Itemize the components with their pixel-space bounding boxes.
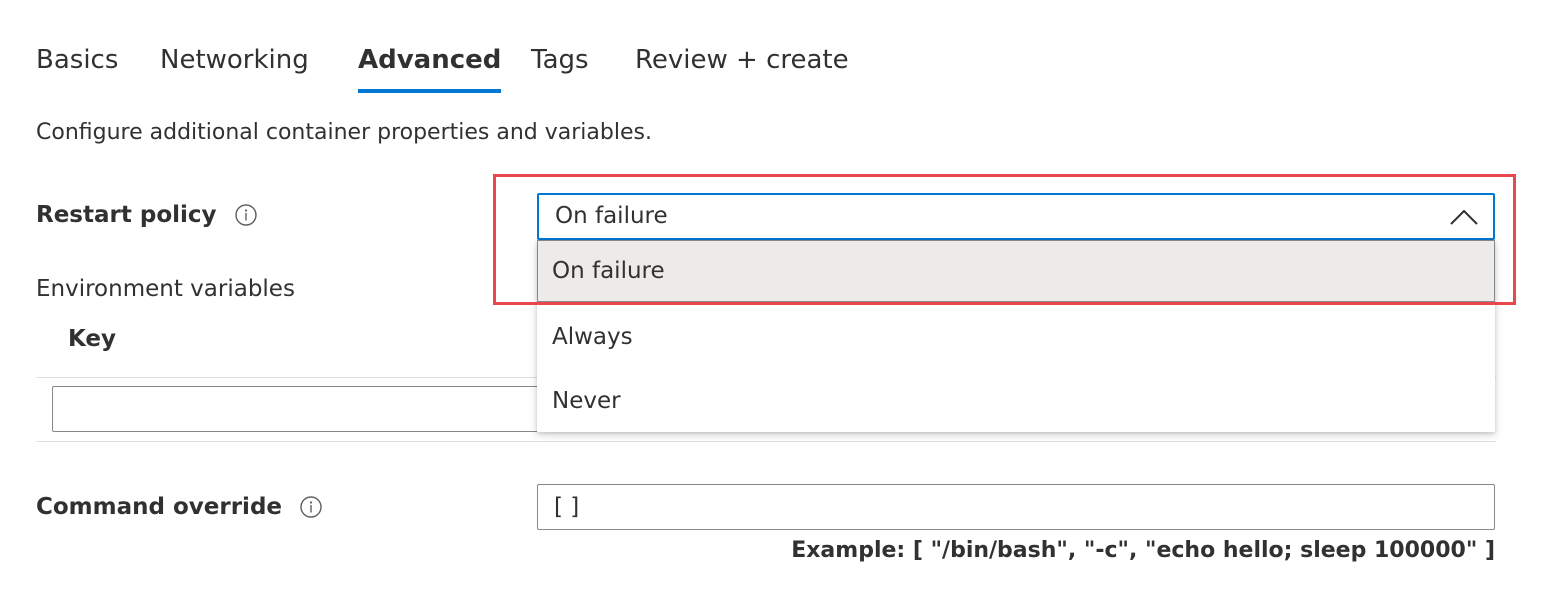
tab-tags[interactable]: Tags bbox=[531, 40, 589, 93]
restart-policy-dropdown[interactable]: On failure bbox=[537, 193, 1495, 240]
tab-networking[interactable]: Networking bbox=[160, 40, 309, 93]
tab-review-create-label: Review + create bbox=[635, 45, 849, 75]
command-override-label-row: Command override bbox=[36, 494, 322, 520]
restart-policy-label: Restart policy bbox=[36, 202, 217, 228]
page-description: Configure additional container propertie… bbox=[36, 120, 652, 145]
option-on-failure[interactable]: On failure bbox=[537, 240, 1495, 302]
tab-review-create[interactable]: Review + create bbox=[635, 40, 849, 93]
environment-variables-label: Environment variables bbox=[36, 276, 295, 302]
chevron-up-icon bbox=[1449, 207, 1479, 227]
option-never[interactable]: Never bbox=[537, 370, 1495, 432]
restart-policy-options-list: On failure Always Never bbox=[537, 240, 1495, 432]
command-override-example: Example: [ "/bin/bash", "-c", "echo hell… bbox=[791, 538, 1495, 563]
restart-policy-selected-value: On failure bbox=[555, 203, 668, 229]
info-icon[interactable] bbox=[234, 204, 257, 226]
tab-advanced-label: Advanced bbox=[358, 45, 502, 75]
command-override-input[interactable]: [ ] bbox=[537, 484, 1495, 530]
active-tab-indicator bbox=[358, 89, 502, 93]
tab-tags-label: Tags bbox=[531, 45, 589, 75]
restart-policy-label-row: Restart policy bbox=[36, 202, 257, 228]
tab-basics[interactable]: Basics bbox=[36, 40, 118, 93]
table-row-divider bbox=[36, 441, 1496, 442]
tab-advanced[interactable]: Advanced bbox=[358, 40, 502, 93]
key-column-header: Key bbox=[68, 326, 117, 352]
command-override-label: Command override bbox=[36, 494, 283, 520]
tab-networking-label: Networking bbox=[160, 45, 309, 75]
info-icon[interactable] bbox=[300, 496, 322, 518]
tab-basics-label: Basics bbox=[36, 45, 119, 75]
option-always[interactable]: Always bbox=[537, 306, 1495, 368]
